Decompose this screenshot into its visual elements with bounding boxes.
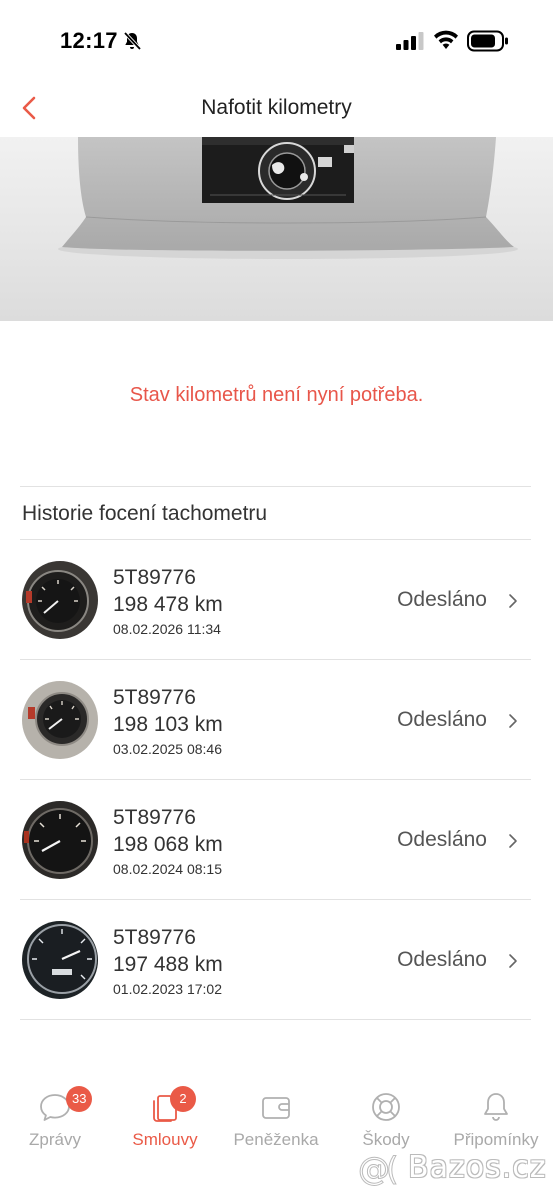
tab-label: Smlouvy: [132, 1130, 198, 1149]
timestamp: 08.02.2024 08:15: [113, 861, 222, 877]
history-section: Historie focení tachometru 5T89776 198 4…: [20, 486, 531, 1020]
watermark-text: Bazos.cz: [408, 1150, 547, 1185]
tab-label: Zprávy: [29, 1130, 81, 1149]
tab-penezenka[interactable]: Peněženka: [221, 1084, 331, 1164]
at-sign-icon: @ (: [358, 1150, 399, 1189]
cellular-signal-icon: [396, 32, 424, 50]
chevron-right-icon: [509, 714, 517, 728]
odometer-photo: [22, 801, 98, 879]
svg-text:(: (: [386, 1150, 398, 1188]
tab-zpravy[interactable]: 33 Zprávy: [0, 1084, 110, 1164]
timestamp: 01.02.2023 17:02: [113, 981, 222, 997]
odometer-photo: [22, 921, 98, 999]
list-item[interactable]: 5T89776 198 478 km 08.02.2026 11:34 Odes…: [20, 540, 531, 660]
list-item[interactable]: 5T89776 198 103 km 03.02.2025 08:46 Odes…: [20, 660, 531, 780]
km-reading: 198 103 km: [113, 713, 223, 736]
bell-icon: [484, 1093, 508, 1121]
km-reading: 197 488 km: [113, 953, 223, 976]
status-label: Odesláno: [397, 828, 487, 851]
list-item[interactable]: 5T89776 197 488 km 01.02.2023 17:02 Odes…: [20, 900, 531, 1020]
km-reading: 198 068 km: [113, 833, 223, 856]
camera-pillow-illustration: [58, 137, 518, 259]
license-plate: 5T89776: [113, 806, 196, 829]
timestamp: 03.02.2025 08:46: [113, 741, 222, 757]
nav-bar: Nafotit kilometry: [0, 80, 553, 136]
list-item[interactable]: 5T89776 198 068 km 08.02.2024 08:15 Odes…: [20, 780, 531, 900]
chevron-right-icon: [509, 954, 517, 968]
chevron-right-icon: [509, 834, 517, 848]
license-plate: 5T89776: [113, 566, 196, 589]
status-label: Odesláno: [397, 948, 487, 971]
wifi-icon: [434, 30, 458, 49]
notice-message: Stav kilometrů není nyní potřeba.: [129, 384, 424, 406]
wallet-icon: [262, 1097, 290, 1119]
status-label: Odesláno: [397, 588, 487, 611]
history-title: Historie focení tachometru: [20, 486, 531, 540]
unread-badge: 33: [66, 1086, 93, 1112]
license-plate: 5T89776: [113, 926, 196, 949]
chevron-right-icon: [509, 594, 517, 608]
tab-label: Peněženka: [233, 1130, 319, 1149]
battery-icon: [467, 30, 508, 52]
status-bar: 12:17: [0, 0, 553, 80]
km-reading: 198 478 km: [113, 593, 223, 616]
hero-illustration: [0, 137, 553, 321]
odometer-photo: [22, 681, 98, 759]
watermark: @ ( Bazos.cz: [356, 1146, 546, 1192]
lifebuoy-icon: [372, 1093, 400, 1121]
odometer-photo: [22, 561, 98, 639]
license-plate: 5T89776: [113, 686, 196, 709]
bell-slash-icon: [123, 31, 142, 51]
unread-badge: 2: [170, 1086, 196, 1112]
status-time: 12:17: [60, 28, 118, 53]
status-label: Odesláno: [397, 708, 487, 731]
tab-smlouvy[interactable]: 2 Smlouvy: [110, 1084, 220, 1164]
timestamp: 08.02.2026 11:34: [113, 621, 221, 637]
page-title: Nafotit kilometry: [201, 96, 352, 119]
